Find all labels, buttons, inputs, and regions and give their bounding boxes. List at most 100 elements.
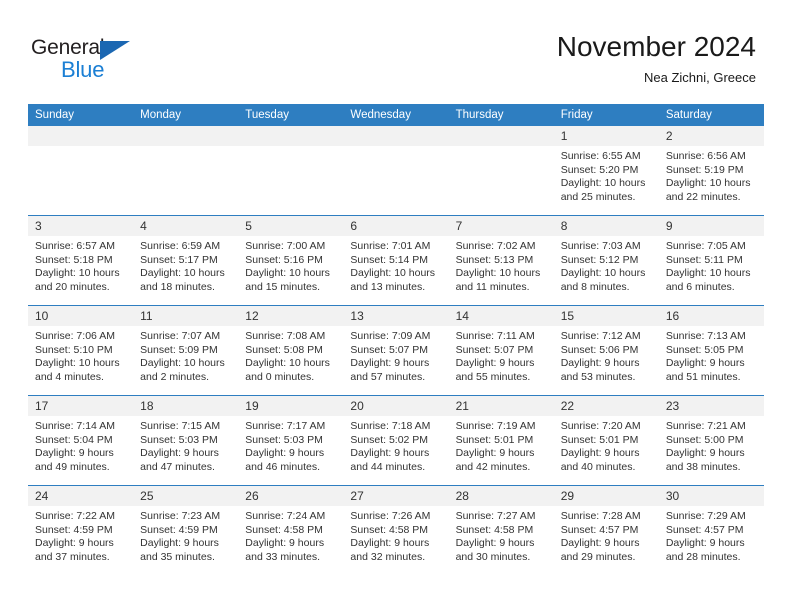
daylight-text: Daylight: 9 hours and 57 minutes.	[350, 357, 430, 383]
daylight-text: Daylight: 10 hours and 2 minutes.	[140, 357, 225, 383]
calendar-day-cell[interactable]: 17 Sunrise: 7:14 AM Sunset: 5:04 PM Dayligh…	[28, 395, 134, 486]
column-header-saturday: Saturday	[658, 104, 764, 126]
sunset-text: Sunset: 5:01 PM	[455, 433, 534, 446]
daylight-text: Daylight: 9 hours and 46 minutes.	[245, 447, 325, 473]
day-number: 12	[238, 306, 344, 326]
calendar-day-cell[interactable]: 22 Sunrise: 7:20 AM Sunset: 5:01 PM Dayligh…	[553, 395, 659, 486]
sunrise-text: Sunrise: 7:12 AM	[560, 330, 641, 342]
day-number: 9	[658, 216, 764, 236]
calendar-day-cell[interactable]: 15 Sunrise: 7:12 AM Sunset: 5:06 PM Dayligh…	[553, 305, 659, 396]
sunrise-text: Sunrise: 7:21 AM	[665, 420, 746, 432]
calendar-day-cell[interactable]: 2 Sunrise: 6:56 AM Sunset: 5:19 PM Daylight…	[658, 126, 764, 216]
daylight-text: Daylight: 9 hours and 47 minutes.	[140, 447, 219, 473]
calendar-day-cell[interactable]: 11 Sunrise: 7:07 AM Sunset: 5:09 PM Dayligh…	[133, 305, 239, 396]
day-details: Sunrise: 7:11 AM Sunset: 5:07 PM Daylight:…	[449, 326, 554, 384]
day-number: 25	[133, 486, 239, 506]
day-details: Sunrise: 7:13 AM Sunset: 5:05 PM Daylight:…	[659, 326, 764, 384]
daylight-text: Daylight: 10 hours and 15 minutes.	[245, 267, 330, 293]
day-details: Sunrise: 7:05 AM Sunset: 5:11 PM Daylight:…	[659, 236, 764, 294]
day-number: 11	[133, 306, 239, 326]
day-details: Sunrise: 7:00 AM Sunset: 5:16 PM Daylight:…	[238, 236, 343, 294]
calendar-day-cell[interactable]: 24 Sunrise: 7:22 AM Sunset: 4:59 PM Dayligh…	[28, 485, 134, 575]
calendar-day-cell[interactable]: 23 Sunrise: 7:21 AM Sunset: 5:00 PM Dayligh…	[658, 395, 764, 486]
day-number: 3	[28, 216, 134, 236]
day-details: Sunrise: 6:56 AM Sunset: 5:19 PM Daylight:…	[659, 146, 764, 204]
calendar-day-cell[interactable]: 5 Sunrise: 7:00 AM Sunset: 5:16 PM Daylight…	[238, 215, 344, 306]
daylight-text: Daylight: 9 hours and 42 minutes.	[455, 447, 535, 473]
day-details: Sunrise: 7:17 AM Sunset: 5:03 PM Daylight:…	[238, 416, 343, 474]
day-number	[448, 126, 554, 146]
day-details: Sunrise: 7:15 AM Sunset: 5:03 PM Daylight:…	[133, 416, 238, 474]
calendar-day-cell[interactable]: 1 Sunrise: 6:55 AM Sunset: 5:20 PM Daylight…	[553, 126, 659, 216]
calendar-day-cell[interactable]: 6 Sunrise: 7:01 AM Sunset: 5:14 PM Daylight…	[343, 215, 449, 306]
sunrise-text: Sunrise: 7:05 AM	[665, 240, 746, 252]
general-blue-logo[interactable]: General Blue	[31, 36, 161, 86]
sunrise-text: Sunrise: 7:19 AM	[455, 420, 536, 432]
day-number: 22	[553, 396, 659, 416]
day-details: Sunrise: 7:09 AM Sunset: 5:07 PM Daylight:…	[343, 326, 448, 384]
calendar-day-cell[interactable]: 28 Sunrise: 7:27 AM Sunset: 4:58 PM Dayligh…	[448, 485, 554, 575]
calendar-day-cell[interactable]: 3 Sunrise: 6:57 AM Sunset: 5:18 PM Daylight…	[28, 215, 134, 306]
sunrise-text: Sunrise: 7:29 AM	[665, 510, 746, 522]
calendar-day-cell[interactable]: 29 Sunrise: 7:28 AM Sunset: 4:57 PM Dayligh…	[553, 485, 659, 575]
daylight-text: Daylight: 9 hours and 28 minutes.	[665, 537, 745, 563]
sunset-text: Sunset: 4:59 PM	[35, 523, 113, 536]
calendar-day-cell-empty	[448, 126, 554, 216]
day-details: Sunrise: 7:28 AM Sunset: 4:57 PM Daylight:…	[554, 506, 659, 564]
sunrise-text: Sunrise: 7:17 AM	[245, 420, 326, 432]
sunset-text: Sunset: 5:07 PM	[350, 343, 429, 356]
calendar-day-cell[interactable]: 8 Sunrise: 7:03 AM Sunset: 5:12 PM Daylight…	[553, 215, 659, 306]
sunset-text: Sunset: 5:02 PM	[350, 433, 429, 446]
calendar-day-cell[interactable]: 21 Sunrise: 7:19 AM Sunset: 5:01 PM Dayligh…	[448, 395, 554, 486]
daylight-text: Daylight: 9 hours and 33 minutes.	[245, 537, 325, 563]
sunrise-text: Sunrise: 7:09 AM	[350, 330, 431, 342]
day-number: 4	[133, 216, 239, 236]
calendar-day-cell[interactable]: 12 Sunrise: 7:08 AM Sunset: 5:08 PM Dayligh…	[238, 305, 344, 396]
weekday-header-row: Sunday Monday Tuesday Wednesday Thursday…	[28, 104, 764, 126]
sunset-text: Sunset: 4:58 PM	[455, 523, 534, 536]
calendar-day-cell[interactable]: 7 Sunrise: 7:02 AM Sunset: 5:13 PM Daylight…	[448, 215, 554, 306]
calendar-day-cell[interactable]: 25 Sunrise: 7:23 AM Sunset: 4:59 PM Dayligh…	[133, 485, 239, 575]
calendar-day-cell[interactable]: 16 Sunrise: 7:13 AM Sunset: 5:05 PM Dayligh…	[658, 305, 764, 396]
daylight-text: Daylight: 9 hours and 40 minutes.	[560, 447, 640, 473]
calendar-day-cell-empty	[133, 126, 239, 216]
calendar-day-cell[interactable]: 30 Sunrise: 7:29 AM Sunset: 4:57 PM Dayligh…	[658, 485, 764, 575]
calendar-day-cell[interactable]: 19 Sunrise: 7:17 AM Sunset: 5:03 PM Dayligh…	[238, 395, 344, 486]
calendar-day-cell[interactable]: 10 Sunrise: 7:06 AM Sunset: 5:10 PM Dayligh…	[28, 305, 134, 396]
column-header-sunday: Sunday	[28, 104, 134, 126]
day-details: Sunrise: 7:03 AM Sunset: 5:12 PM Daylight:…	[554, 236, 659, 294]
calendar-day-cell[interactable]: 18 Sunrise: 7:15 AM Sunset: 5:03 PM Dayligh…	[133, 395, 239, 486]
day-details: Sunrise: 7:24 AM Sunset: 4:58 PM Daylight:…	[238, 506, 343, 564]
calendar-week-row: 17 Sunrise: 7:14 AM Sunset: 5:04 PM Dayligh…	[28, 395, 764, 486]
sunset-text: Sunset: 5:09 PM	[140, 343, 218, 356]
day-number: 13	[343, 306, 449, 326]
calendar-day-cell[interactable]: 14 Sunrise: 7:11 AM Sunset: 5:07 PM Dayligh…	[448, 305, 554, 396]
sunrise-text: Sunrise: 7:02 AM	[455, 240, 536, 252]
sunrise-text: Sunrise: 7:20 AM	[560, 420, 641, 432]
calendar-day-cell-empty	[238, 126, 344, 216]
sunrise-text: Sunrise: 7:27 AM	[455, 510, 536, 522]
calendar-day-cell[interactable]: 26 Sunrise: 7:24 AM Sunset: 4:58 PM Dayligh…	[238, 485, 344, 575]
logo-triangle-icon	[100, 41, 130, 60]
column-header-thursday: Thursday	[448, 104, 554, 126]
sunrise-text: Sunrise: 6:56 AM	[665, 150, 746, 162]
daylight-text: Daylight: 10 hours and 20 minutes.	[35, 267, 120, 293]
sunset-text: Sunset: 4:57 PM	[560, 523, 639, 536]
calendar-day-cell[interactable]: 13 Sunrise: 7:09 AM Sunset: 5:07 PM Dayligh…	[343, 305, 449, 396]
day-number: 28	[448, 486, 554, 506]
calendar-day-cell[interactable]: 4 Sunrise: 6:59 AM Sunset: 5:17 PM Daylight…	[133, 215, 239, 306]
sunset-text: Sunset: 5:06 PM	[560, 343, 639, 356]
sunset-text: Sunset: 5:20 PM	[560, 163, 639, 176]
calendar-day-cell[interactable]: 27 Sunrise: 7:26 AM Sunset: 4:58 PM Dayligh…	[343, 485, 449, 575]
calendar-day-cell[interactable]: 20 Sunrise: 7:18 AM Sunset: 5:02 PM Dayligh…	[343, 395, 449, 486]
daylight-text: Daylight: 9 hours and 49 minutes.	[35, 447, 114, 473]
sunset-text: Sunset: 5:04 PM	[35, 433, 113, 446]
day-number: 6	[343, 216, 449, 236]
calendar-day-cell[interactable]: 9 Sunrise: 7:05 AM Sunset: 5:11 PM Daylight…	[658, 215, 764, 306]
calendar-week-row: 3 Sunrise: 6:57 AM Sunset: 5:18 PM Daylight…	[28, 215, 764, 306]
daylight-text: Daylight: 10 hours and 6 minutes.	[665, 267, 751, 293]
day-details: Sunrise: 6:55 AM Sunset: 5:20 PM Daylight:…	[554, 146, 659, 204]
calendar-week-row: 10 Sunrise: 7:06 AM Sunset: 5:10 PM Dayligh…	[28, 305, 764, 396]
day-number: 1	[553, 126, 659, 146]
sunrise-text: Sunrise: 7:00 AM	[245, 240, 326, 252]
